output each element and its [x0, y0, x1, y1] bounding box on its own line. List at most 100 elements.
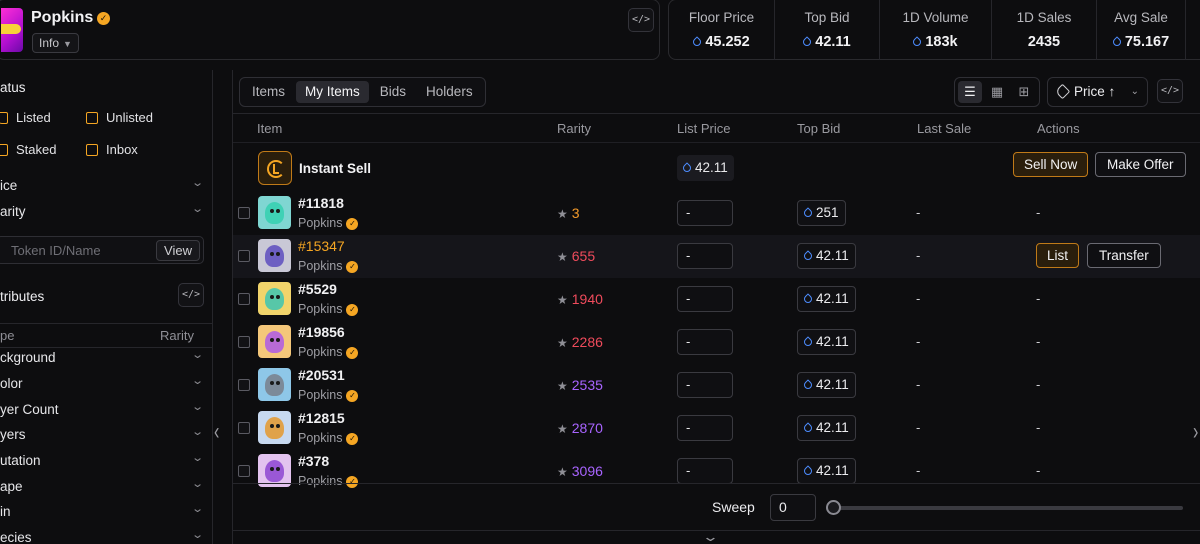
- view-token-button[interactable]: View: [156, 240, 200, 261]
- nft-thumbnail[interactable]: [258, 282, 291, 315]
- list-price-input[interactable]: -: [677, 415, 733, 441]
- table-row[interactable]: #19856 Popkins ✓ ★ 2286 - 42.11 - -: [233, 321, 1200, 364]
- top-bid-value[interactable]: 42.11: [797, 329, 856, 355]
- top-bid-value[interactable]: 42.11: [797, 243, 856, 269]
- attribute-skin[interactable]: in ⌄: [0, 500, 212, 525]
- tab-items[interactable]: Items: [243, 81, 294, 103]
- last-sale-value: -: [916, 463, 921, 478]
- tab-holders[interactable]: Holders: [417, 81, 482, 103]
- instant-sell-row: Instant Sell 42.11 Sell Now Make Offer: [233, 145, 1200, 191]
- nft-token-id[interactable]: #378: [298, 453, 329, 469]
- make-offer-button[interactable]: Make Offer: [1095, 152, 1186, 177]
- sweep-slider-handle[interactable]: [826, 500, 841, 515]
- top-bid-value[interactable]: 42.11: [797, 372, 856, 398]
- filter-sidebar: atus Listed Unlisted Staked Inbox ice ⌄ …: [0, 70, 213, 544]
- list-price-input[interactable]: -: [677, 372, 733, 398]
- table-row[interactable]: #5529 Popkins ✓ ★ 1940 - 42.11 - -: [233, 278, 1200, 321]
- star-icon: ★: [557, 293, 568, 307]
- chevron-down-icon: ⌄: [190, 349, 204, 361]
- info-dropdown[interactable]: Info ▼: [32, 33, 79, 53]
- verified-badge-icon: ✓: [346, 389, 359, 402]
- collection-logo: [1, 8, 23, 52]
- top-bid-value[interactable]: 251: [797, 200, 846, 226]
- table-row[interactable]: #12815 Popkins ✓ ★ 2870 - 42.11 - -: [233, 407, 1200, 450]
- top-bid-value[interactable]: 42.11: [797, 286, 856, 312]
- list-price-input[interactable]: -: [677, 458, 733, 484]
- currency-drop-icon: [804, 380, 812, 390]
- embed-code-button[interactable]: </>: [628, 8, 654, 32]
- action-placeholder: -: [1036, 377, 1041, 392]
- attribute-shape[interactable]: ape ⌄: [0, 475, 212, 500]
- nft-collection-name: Popkins ✓: [298, 431, 359, 445]
- attributes-code-button[interactable]: </>: [178, 283, 204, 307]
- nft-thumbnail[interactable]: [258, 368, 291, 401]
- rarity-rank: ★ 3096: [557, 463, 603, 479]
- nft-thumbnail[interactable]: [258, 239, 291, 272]
- list-price-input[interactable]: -: [677, 200, 733, 226]
- top-bid-value[interactable]: 42.11: [797, 415, 856, 441]
- attribute-layer-count[interactable]: yer Count ⌄: [0, 398, 212, 423]
- grid-view-large-icon[interactable]: ⊞: [1012, 81, 1036, 103]
- currency-drop-icon: [683, 163, 691, 173]
- nft-thumbnail[interactable]: [258, 196, 291, 229]
- list-price-input[interactable]: -: [677, 286, 733, 312]
- action-placeholder: -: [1036, 334, 1041, 349]
- collapse-sidebar-icon[interactable]: ‹: [214, 420, 219, 447]
- row-select-checkbox[interactable]: [238, 379, 250, 391]
- list-button[interactable]: List: [1036, 243, 1080, 268]
- price-filter-toggle[interactable]: ice ⌄: [0, 174, 212, 199]
- table-code-button[interactable]: </>: [1157, 79, 1183, 103]
- status-filter-listed[interactable]: Listed: [0, 110, 51, 125]
- row-select-checkbox[interactable]: [238, 250, 250, 262]
- nft-token-id[interactable]: #11818: [298, 195, 344, 211]
- star-icon: ★: [557, 465, 568, 479]
- row-select-checkbox[interactable]: [238, 422, 250, 434]
- attribute-species[interactable]: ecies ⌄: [0, 526, 212, 544]
- nft-token-id[interactable]: #5529: [298, 281, 337, 297]
- rarity-filter-toggle[interactable]: arity ⌄: [0, 200, 212, 225]
- transfer-button[interactable]: Transfer: [1087, 243, 1161, 268]
- table-row[interactable]: #11818 Popkins ✓ ★ 3 - 251 - -: [233, 192, 1200, 235]
- list-price-input[interactable]: -: [677, 243, 733, 269]
- attribute-color[interactable]: olor ⌄: [0, 372, 212, 397]
- currency-drop-icon: [804, 251, 812, 261]
- row-select-checkbox[interactable]: [238, 293, 250, 305]
- nft-thumbnail[interactable]: [258, 325, 291, 358]
- attribute-mutation[interactable]: utation ⌄: [0, 449, 212, 474]
- table-row[interactable]: #15347 Popkins ✓ ★ 655 - 42.11 - List Transfer: [233, 235, 1200, 278]
- attributes-column-header: pe Rarity: [0, 323, 212, 348]
- chevron-down-icon: ⌄: [190, 375, 204, 387]
- nft-token-id[interactable]: #15347: [298, 238, 345, 254]
- row-select-checkbox[interactable]: [238, 465, 250, 477]
- chevron-down-icon[interactable]: ⌄: [702, 529, 719, 544]
- unlisted-tag-icon: [86, 112, 98, 124]
- attribute-layers[interactable]: yers ⌄: [0, 423, 212, 448]
- status-filter-unlisted[interactable]: Unlisted: [86, 110, 153, 125]
- inbox-icon: [86, 144, 98, 156]
- list-view-icon[interactable]: ☰: [958, 81, 982, 103]
- grid-view-small-icon[interactable]: ▦: [985, 81, 1009, 103]
- token-search-input[interactable]: Token ID/Name View: [0, 236, 204, 264]
- status-filter-staked[interactable]: Staked: [0, 142, 56, 157]
- currency-drop-icon: [804, 337, 812, 347]
- sort-dropdown[interactable]: Price ↑ ⌄: [1047, 77, 1148, 107]
- row-select-checkbox[interactable]: [238, 207, 250, 219]
- nft-token-id[interactable]: #20531: [298, 367, 345, 383]
- tab-my-items[interactable]: My Items: [296, 81, 369, 103]
- nft-thumbnail[interactable]: [258, 411, 291, 444]
- attribute-background[interactable]: ckground ⌄: [0, 346, 212, 371]
- top-bid-value[interactable]: 42.11: [797, 458, 856, 484]
- list-price-input[interactable]: -: [677, 329, 733, 355]
- chevron-down-icon: ⌄: [190, 177, 204, 189]
- sort-direction-icon: ↑: [1108, 84, 1116, 99]
- table-row[interactable]: #20531 Popkins ✓ ★ 2535 - 42.11 - -: [233, 364, 1200, 407]
- row-select-checkbox[interactable]: [238, 336, 250, 348]
- status-filter-inbox[interactable]: Inbox: [86, 142, 138, 157]
- nft-token-id[interactable]: #12815: [298, 410, 345, 426]
- sell-now-button[interactable]: Sell Now: [1013, 152, 1089, 177]
- last-sale-value: -: [916, 377, 921, 392]
- nft-token-id[interactable]: #19856: [298, 324, 345, 340]
- tab-bids[interactable]: Bids: [371, 81, 415, 103]
- sweep-count-input[interactable]: 0: [770, 494, 816, 521]
- sweep-slider-track[interactable]: [831, 506, 1183, 510]
